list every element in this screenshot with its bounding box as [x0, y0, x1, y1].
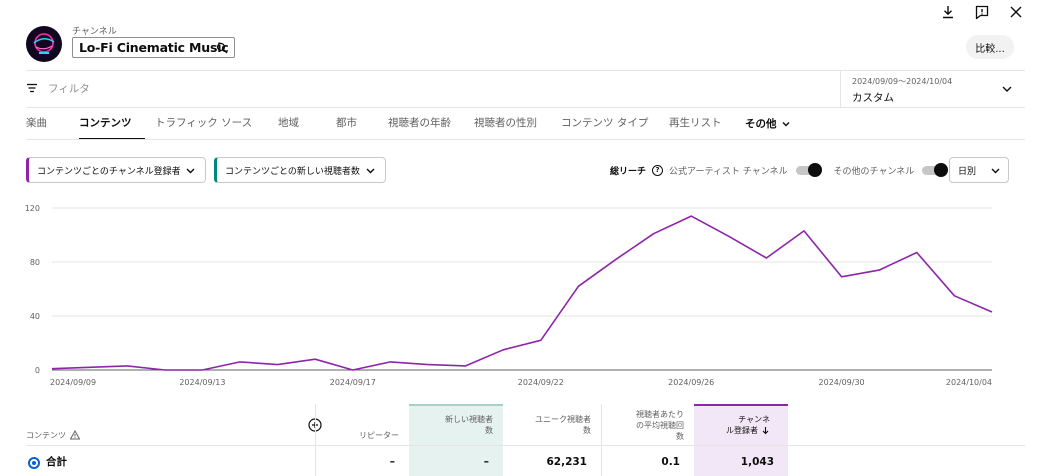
- column-header-avg-views[interactable]: 視聴者あたり の平均視聴回 数: [601, 404, 694, 446]
- tab-more[interactable]: その他: [745, 108, 791, 139]
- secondary-metric-label: コンテンツごとの新しい視聴者数: [225, 166, 360, 177]
- channel-logo-icon: [27, 27, 61, 61]
- other-channels-toggle-label: その他のチャンネル: [833, 166, 915, 177]
- total-unique-viewers: 62,231: [546, 456, 587, 468]
- help-icon[interactable]: ?: [652, 164, 664, 176]
- period-label: 日別: [958, 166, 977, 177]
- tab-playlist[interactable]: 再生リスト: [669, 108, 745, 139]
- total-label: 合計: [46, 456, 67, 468]
- avg-views-header-line: の平均視聴回: [636, 420, 684, 430]
- secondary-metric-dropdown[interactable]: コンテンツごとの新しい視聴者数: [214, 157, 386, 183]
- search-icon[interactable]: [216, 42, 228, 54]
- divider: [26, 139, 1025, 140]
- subscribers-header-line: チャンネ: [738, 415, 770, 424]
- chevron-down-icon: [186, 168, 195, 174]
- column-header-unique-viewers[interactable]: ユニーク視聴者 数: [503, 404, 601, 446]
- official-artist-toggle[interactable]: [795, 163, 822, 177]
- tab-more-label: その他: [745, 117, 777, 130]
- x-tick-label: 2024/09/22: [518, 378, 564, 387]
- chevron-down-icon: [991, 168, 1000, 174]
- channel-label: チャンネル: [72, 27, 117, 37]
- close-icon[interactable]: [1008, 4, 1024, 20]
- total-new-viewers: –: [483, 456, 489, 468]
- dimension-tabs: 楽曲 コンテンツ トラフィック ソース 地域 都市 視聴者の年齢 視聴者の性別 …: [26, 108, 791, 140]
- unique-viewers-header-line: 数: [583, 426, 591, 435]
- feedback-icon[interactable]: [974, 4, 990, 20]
- unique-viewers-header-line: ユニーク視聴者: [535, 415, 591, 424]
- avg-views-header-line: 数: [676, 431, 684, 441]
- primary-metric-label: コンテンツごとのチャンネル登録者: [37, 166, 181, 177]
- line-chart: 0 40 80 120 2024/09/09 2024/09/13 2024/09/17 20…: [25, 204, 993, 387]
- download-icon[interactable]: [940, 4, 956, 20]
- column-header-new-viewers[interactable]: 新しい視聴者 数: [409, 404, 503, 446]
- tab-viewer-gender[interactable]: 視聴者の性別: [474, 108, 561, 139]
- chevron-down-icon: [366, 168, 375, 174]
- y-tick-label: 80: [30, 258, 40, 267]
- total-avg-views: 0.1: [661, 456, 680, 468]
- data-table: コンテンツ リピーター 新しい視聴者 数 ユニーク視聴者 数 視聴者あたり の平…: [26, 404, 1025, 476]
- x-tick-label: 2024/09/17: [330, 378, 376, 387]
- table-header: コンテンツ リピーター 新しい視聴者 数 ユニーク視聴者 数 視聴者あたり の平…: [26, 404, 1025, 446]
- column-header-subscribers[interactable]: チャンネ ル登録者: [694, 404, 788, 446]
- content-header-label: コンテンツ: [26, 430, 66, 440]
- filter-placeholder: フィルタ: [48, 82, 90, 95]
- primary-metric-dropdown[interactable]: コンテンツごとのチャンネル登録者: [26, 157, 206, 183]
- new-viewers-header-line: 数: [485, 426, 493, 435]
- chevron-down-icon: [1002, 86, 1012, 92]
- series-line: [51, 215, 993, 371]
- total-radio-button[interactable]: [28, 457, 40, 469]
- tab-viewer-age[interactable]: 視聴者の年齢: [388, 108, 474, 139]
- date-range-preset: カスタム: [852, 92, 894, 104]
- tab-songs[interactable]: 楽曲: [26, 108, 79, 139]
- tab-city[interactable]: 都市: [336, 108, 388, 139]
- chevron-down-icon: [782, 121, 789, 126]
- date-range-picker[interactable]: 2024/09/09～2024/10/04 カスタム: [840, 70, 1025, 108]
- avg-views-header-line: 視聴者あたり: [636, 409, 684, 419]
- total-subscribers: 1,043: [740, 456, 774, 468]
- date-range-text: 2024/09/09～2024/10/04: [852, 77, 953, 86]
- filter-bar[interactable]: フィルタ: [26, 78, 90, 98]
- channel-avatar: [26, 26, 62, 62]
- official-artist-toggle-label: 公式アーティスト チャンネル: [669, 166, 788, 177]
- total-reach-label: 総リーチ: [610, 166, 647, 177]
- other-channels-toggle[interactable]: [922, 163, 949, 177]
- channel-name: Lo-Fi Cinematic Music: [79, 40, 229, 55]
- table-row-total[interactable]: 合計 – – 62,231 0.1 1,043: [26, 447, 1025, 476]
- subscribers-header-text: ル登録者: [726, 426, 758, 435]
- window-actions: [940, 4, 1024, 20]
- warning-icon: [70, 430, 80, 440]
- x-tick-label: 2024/10/04: [946, 378, 992, 387]
- tab-traffic-source[interactable]: トラフィック ソース: [155, 108, 278, 139]
- tab-content[interactable]: コンテンツ: [79, 108, 145, 140]
- x-tick-label: 2024/09/30: [819, 378, 865, 387]
- total-repeaters: –: [389, 456, 395, 468]
- y-tick-label: 0: [35, 366, 40, 375]
- compare-button[interactable]: 比較...: [966, 35, 1014, 59]
- x-tick-label: 2024/09/09: [50, 378, 96, 387]
- period-dropdown[interactable]: 日別: [949, 157, 1009, 183]
- sort-descending-icon: [762, 427, 769, 435]
- column-header-content[interactable]: コンテンツ: [26, 404, 226, 446]
- column-header-repeaters[interactable]: リピーター: [315, 404, 409, 446]
- y-tick-label: 40: [30, 312, 40, 321]
- subscribers-header-line: ル登録者: [726, 425, 770, 436]
- y-tick-label: 120: [25, 204, 40, 213]
- new-viewers-header-line: 新しい視聴者: [445, 415, 493, 424]
- x-tick-label: 2024/09/13: [179, 378, 225, 387]
- filter-icon: [27, 83, 37, 93]
- tab-content-type[interactable]: コンテンツ タイプ: [561, 108, 669, 139]
- channel-selector[interactable]: Lo-Fi Cinematic Music: [72, 37, 235, 58]
- x-tick-label: 2024/09/26: [668, 378, 714, 387]
- reach-controls: 総リーチ ? 公式アーティスト チャンネル その他のチャンネル: [610, 163, 949, 177]
- tab-region[interactable]: 地域: [278, 108, 336, 139]
